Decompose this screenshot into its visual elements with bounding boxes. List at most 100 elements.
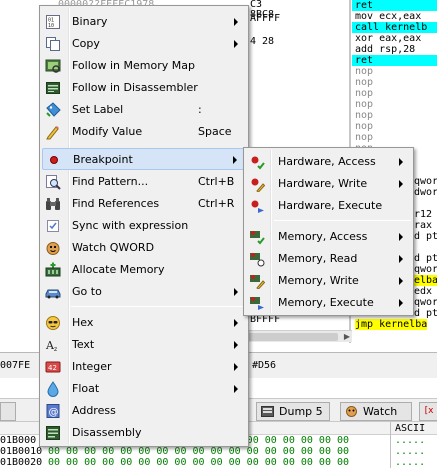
tab-label: Dump 5	[279, 405, 323, 418]
asm-line[interactable]: call kernelb	[352, 22, 437, 33]
submenu-arrow-icon	[234, 40, 238, 48]
submenu-arrow-icon	[234, 288, 238, 296]
submenu-arrow-icon	[399, 158, 403, 166]
asm-line[interactable]: mov ecx,eax	[352, 11, 437, 22]
disassembly-icon	[46, 426, 60, 440]
menu-item-label: Follow in Memory Map	[72, 59, 195, 72]
scrollbar-thumb[interactable]	[248, 333, 338, 341]
menu-separator	[274, 220, 411, 221]
asm-line[interactable]: nop	[352, 132, 437, 143]
asm-line[interactable]: nop	[352, 121, 437, 132]
submenu-arrow-icon	[233, 156, 237, 164]
menu-item-allocate-memory[interactable]: Allocate Memory	[42, 259, 246, 281]
svg-text:42: 42	[48, 364, 57, 372]
menu-item-disassembly[interactable]: Disassembly	[42, 422, 246, 444]
asm-line[interactable]: nop	[352, 110, 437, 121]
scroll-right-icon[interactable]: ▶	[344, 332, 350, 341]
tab-dump-5[interactable]: Dump 5	[256, 402, 330, 421]
menu-item-label: Copy	[72, 37, 100, 50]
ascii-cell: .....	[395, 457, 426, 468]
submenu-item-memory-read[interactable]: Memory, Read	[246, 248, 411, 270]
submenu-arrow-icon	[234, 319, 238, 327]
watch-icon	[346, 406, 357, 417]
hw-write-icon	[251, 178, 265, 192]
table-row[interactable]: 01B0020 00 00 00 00 00 00 00 00 00 00 00 …	[0, 457, 437, 468]
menu-item-binary[interactable]: 01 10 Binary	[42, 11, 246, 33]
address-icon: @	[46, 404, 60, 418]
submenu-arrow-icon	[234, 385, 238, 393]
menu-item-breakpoint[interactable]: Breakpoint	[42, 148, 246, 170]
menu-item-copy[interactable]: Copy	[42, 33, 246, 55]
menu-item-label: Memory, Read	[278, 252, 358, 265]
memory-map-icon	[45, 59, 61, 73]
menu-item-label: Sync with expression	[72, 219, 189, 232]
menu-item-label: Modify Value	[72, 125, 143, 138]
submenu-arrow-icon	[399, 180, 403, 188]
asm-line[interactable]: add rsp,28	[352, 44, 437, 55]
menu-item-float[interactable]: Float	[42, 378, 246, 400]
asm-line[interactable]: nop	[352, 66, 437, 77]
menu-item-label: Hardware, Access	[278, 155, 376, 168]
menu-item-sync-expression[interactable]: Sync with expression	[42, 215, 246, 237]
menu-item-go-to[interactable]: Go to	[42, 281, 246, 303]
menu-item-watch-qword[interactable]: Watch QWORD	[42, 237, 246, 259]
integer-icon: 42	[45, 361, 61, 373]
context-menu: 01 10 Binary Copy Follow in Memory Map Fo…	[39, 5, 249, 447]
table-row[interactable]: 01B0010 00 00 00 00 00 00 00 00 00 00 00 …	[0, 446, 437, 457]
tab-watch-1[interactable]: Watch 1	[340, 402, 412, 435]
menu-item-address[interactable]: @ Address	[42, 400, 246, 422]
menu-item-label: Memory, Access	[278, 230, 368, 243]
submenu-item-hardware-execute[interactable]: Hardware, Execute	[246, 195, 411, 217]
menu-item-label: Find Pattern...	[72, 175, 149, 188]
menu-item-text[interactable]: Az Text	[42, 334, 246, 356]
menu-item-label: Integer	[72, 360, 112, 373]
submenu-arrow-icon	[399, 277, 403, 285]
binoculars-icon	[46, 198, 60, 210]
bytes-cell: 4 28	[250, 36, 275, 47]
tab-partial[interactable]: [x	[419, 402, 437, 421]
menu-item-hex[interactable]: Hex	[42, 312, 246, 334]
menu-item-label: Follow in Disassembler	[72, 81, 198, 94]
disassembler-icon	[46, 82, 60, 94]
menu-item-integer[interactable]: 42 Integer	[42, 356, 246, 378]
submenu-arrow-icon	[234, 18, 238, 26]
asm-line[interactable]: nop	[352, 88, 437, 99]
menu-item-find-pattern[interactable]: Find Pattern... Ctrl+B	[42, 171, 246, 193]
breakpoint-submenu: Hardware, Access Hardware, Write Hardwar…	[243, 147, 414, 316]
menu-item-set-label[interactable]: Set Label :	[42, 99, 246, 121]
hw-access-icon	[251, 156, 265, 170]
mem-execute-icon	[250, 297, 264, 310]
submenu-arrow-icon	[399, 233, 403, 241]
submenu-item-memory-access[interactable]: Memory, Access	[246, 226, 411, 248]
submenu-item-hardware-write[interactable]: Hardware, Write	[246, 173, 411, 195]
asm-line[interactable]: ret	[352, 0, 437, 11]
ascii-header: ASCII	[391, 422, 437, 435]
horizontal-scrollbar[interactable]: ▶	[244, 330, 352, 342]
svg-text:@: @	[49, 407, 59, 418]
menu-item-find-references[interactable]: Find References Ctrl+R	[42, 193, 246, 215]
asm-line[interactable]: xor eax,eax	[352, 33, 437, 44]
mem-read-icon	[250, 253, 265, 267]
pencil-icon	[46, 126, 59, 140]
menu-item-label: Go to	[72, 285, 102, 298]
menu-item-shortcut: Ctrl+R	[198, 197, 235, 210]
asm-line[interactable]: nop	[352, 99, 437, 110]
menu-item-modify-value[interactable]: Modify Value Space	[42, 121, 246, 143]
menu-separator	[71, 306, 246, 307]
submenu-item-memory-write[interactable]: Memory, Write	[246, 270, 411, 292]
menu-item-follow-disassembler[interactable]: Follow in Disassembler	[42, 77, 246, 99]
asm-line[interactable]: ret	[352, 55, 437, 66]
menu-item-label: Watch QWORD	[72, 241, 155, 254]
menu-item-follow-memory-map[interactable]: Follow in Memory Map	[42, 55, 246, 77]
ascii-cell: .....	[395, 446, 426, 457]
tab-partial[interactable]	[0, 402, 16, 421]
submenu-arrow-icon	[234, 341, 238, 349]
sync-icon	[47, 220, 59, 232]
asm-line[interactable]: elba	[414, 275, 437, 286]
asm-line[interactable]: nop	[352, 77, 437, 88]
submenu-item-memory-execute[interactable]: Memory, Execute	[246, 292, 411, 314]
binary-icon: 0110	[46, 15, 60, 29]
asm-line[interactable]: jmp kernelba	[355, 319, 428, 330]
submenu-item-hardware-access[interactable]: Hardware, Access	[246, 151, 411, 173]
breakpoint-icon	[50, 156, 58, 164]
